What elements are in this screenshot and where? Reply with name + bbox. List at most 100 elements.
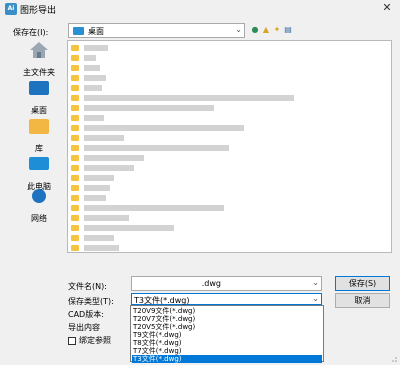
folder-icon: [71, 134, 79, 141]
export-content-label: 导出内容: [68, 323, 100, 332]
blurred-name: [84, 124, 244, 131]
folder-icon: [71, 234, 79, 241]
filetype-select[interactable]: T3文件(*.dwg) ⌄: [131, 293, 322, 305]
folder-icon: [71, 104, 79, 111]
list-item[interactable]: [71, 153, 144, 162]
network-icon: [32, 189, 46, 203]
list-item[interactable]: [71, 243, 119, 252]
list-item[interactable]: [71, 93, 294, 102]
chevron-down-icon[interactable]: ⌄: [312, 294, 319, 303]
dropdown-option[interactable]: T9文件(*.dwg): [132, 331, 322, 339]
blurred-name: [84, 154, 144, 161]
list-item[interactable]: [71, 233, 114, 242]
filename-field[interactable]: .dwg ⌄: [131, 276, 322, 291]
blurred-name: [84, 244, 119, 251]
desktop-icon: [29, 81, 49, 95]
dropdown-option[interactable]: T7文件(*.dwg): [132, 347, 322, 355]
folder-icon: [71, 174, 79, 181]
dropdown-option[interactable]: T20V5文件(*.dwg): [132, 323, 322, 331]
list-item[interactable]: [71, 143, 229, 152]
folder-icon: [71, 44, 79, 51]
save-in-value: 桌面: [88, 27, 104, 36]
title-bar: Ai 图形导出 ✕: [0, 0, 400, 18]
app-logo-icon: Ai: [5, 3, 17, 15]
cancel-button[interactable]: 取消: [335, 293, 390, 308]
folder-icon: [71, 84, 79, 91]
filetype-dropdown[interactable]: T20V9文件(*.dwg) T20V7文件(*.dwg) T20V5文件(*.…: [130, 305, 324, 363]
list-item[interactable]: [71, 63, 100, 72]
blurred-name: [84, 194, 106, 201]
sidebar-item-network[interactable]: 网络: [14, 186, 64, 224]
blurred-name: [84, 184, 110, 191]
blurred-name: [84, 114, 104, 121]
folder-icon: [71, 124, 79, 131]
home-icon: [30, 42, 48, 58]
blurred-name: [84, 134, 124, 141]
blurred-name: [84, 164, 134, 171]
dropdown-option[interactable]: T20V7文件(*.dwg): [132, 315, 322, 323]
folder-icon: [71, 94, 79, 101]
list-item[interactable]: [71, 113, 104, 122]
computer-icon: [29, 157, 49, 170]
sidebar-item-label: 主文件夹: [23, 68, 55, 77]
list-item[interactable]: [71, 133, 124, 142]
library-icon: [29, 119, 49, 134]
blurred-name: [84, 104, 214, 111]
folder-icon: [71, 144, 79, 151]
view-menu-icon[interactable]: ▤: [284, 26, 292, 34]
save-in-combo[interactable]: 桌面 ⌄: [68, 23, 245, 38]
bind-xref-checkbox[interactable]: 绑定参照: [68, 335, 111, 346]
list-item[interactable]: [71, 123, 244, 132]
list-item[interactable]: [71, 43, 108, 52]
sidebar-item-label: 网络: [31, 214, 47, 223]
up-folder-icon[interactable]: ▲: [262, 26, 270, 34]
bind-xref-label: 绑定参照: [79, 336, 111, 345]
folder-icon: [71, 244, 79, 251]
folder-icon: [71, 214, 79, 221]
folder-icon: [71, 154, 79, 161]
resize-grip-icon[interactable]: [390, 355, 398, 363]
blurred-name: [84, 44, 108, 51]
blurred-name: [84, 94, 294, 101]
new-folder-icon[interactable]: ✦: [273, 26, 281, 34]
blurred-name: [84, 144, 229, 151]
sidebar-item-home[interactable]: 主文件夹: [14, 40, 64, 78]
back-icon[interactable]: ●: [251, 26, 259, 34]
filename-value[interactable]: .dwg: [202, 279, 221, 288]
list-item[interactable]: [71, 163, 134, 172]
list-item[interactable]: [71, 203, 224, 212]
folder-icon: [71, 224, 79, 231]
blurred-name: [84, 224, 174, 231]
list-item[interactable]: [71, 213, 129, 222]
blurred-name: [84, 64, 100, 71]
cad-version-label: CAD版本:: [68, 310, 104, 319]
blurred-name: [84, 214, 129, 221]
sidebar-item-desktop[interactable]: 桌面: [14, 78, 64, 116]
list-item[interactable]: [71, 223, 174, 232]
list-item[interactable]: [71, 103, 214, 112]
list-item[interactable]: [71, 173, 114, 182]
folder-icon: [71, 64, 79, 71]
folder-icon: [71, 54, 79, 61]
save-button[interactable]: 保存(S): [335, 276, 390, 291]
list-item[interactable]: [71, 193, 106, 202]
dropdown-option-selected[interactable]: T3文件(*.dwg): [132, 355, 322, 363]
dropdown-option[interactable]: T8文件(*.dwg): [132, 339, 322, 347]
window-title: 图形导出: [20, 6, 57, 16]
list-item[interactable]: [71, 73, 106, 82]
blurred-name: [84, 74, 106, 81]
list-item[interactable]: [71, 53, 96, 62]
file-list[interactable]: [67, 40, 392, 253]
close-icon[interactable]: ✕: [380, 1, 394, 15]
filetype-label: 保存类型(T):: [68, 297, 114, 306]
list-item[interactable]: [71, 83, 102, 92]
dropdown-option[interactable]: T20V9文件(*.dwg): [132, 307, 322, 315]
sidebar-item-library[interactable]: 库: [14, 116, 64, 154]
chevron-down-icon[interactable]: ⌄: [312, 278, 319, 287]
blurred-name: [84, 204, 224, 211]
chevron-down-icon[interactable]: ⌄: [235, 25, 242, 34]
folder-icon: [71, 194, 79, 201]
checkbox-box[interactable]: [68, 336, 76, 345]
blurred-name: [84, 54, 96, 61]
list-item[interactable]: [71, 183, 110, 192]
